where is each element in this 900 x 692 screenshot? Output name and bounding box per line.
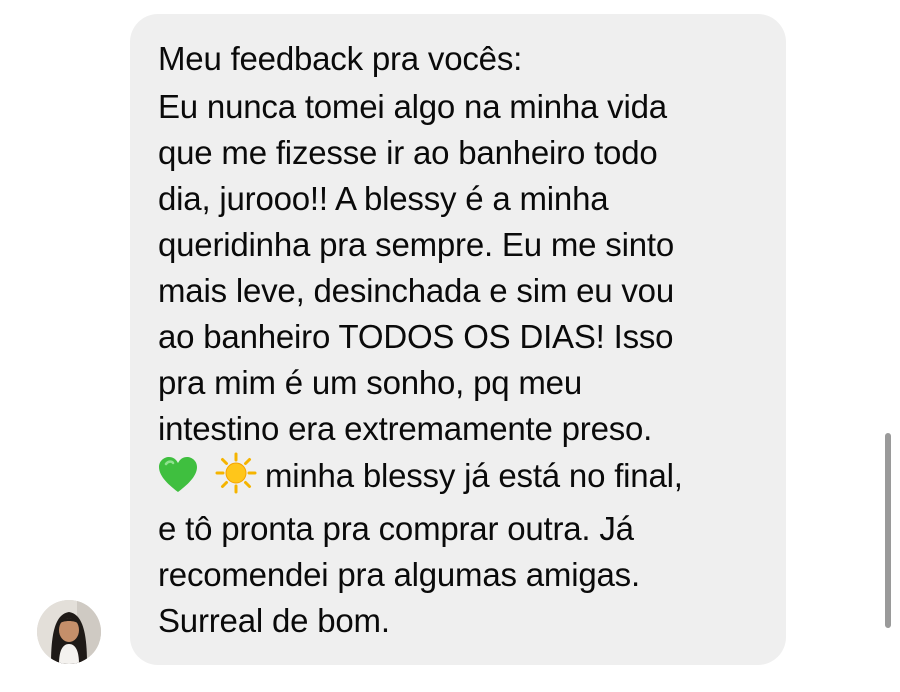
message-line-text: minha blessy já está no final, bbox=[264, 457, 683, 494]
scrollbar[interactable] bbox=[885, 433, 891, 628]
green-heart-icon bbox=[158, 456, 198, 506]
message-bubble[interactable]: Meu feedback pra vocês: Eu nunca tomei a… bbox=[130, 14, 786, 665]
message-line: intestino era extremamente preso. bbox=[158, 410, 653, 447]
sun-icon bbox=[215, 452, 257, 506]
message-line: Eu nunca tomei algo na minha vida bbox=[158, 88, 667, 125]
message-line: queridinha pra sempre. Eu me sinto bbox=[158, 226, 674, 263]
message-line: Meu feedback pra vocês: bbox=[158, 40, 523, 77]
message-line-with-emoji: minha blessy já está no final, bbox=[158, 452, 766, 506]
message-line: dia, jurooo!! A blessy é a minha bbox=[158, 180, 609, 217]
message-line: ao banheiro TODOS OS DIAS! Isso bbox=[158, 318, 674, 355]
message-line: mais leve, desinchada e sim eu vou bbox=[158, 272, 674, 309]
avatar[interactable] bbox=[37, 600, 101, 664]
message-line: Surreal de bom. bbox=[158, 602, 390, 639]
message-line: que me fizesse ir ao banheiro todo bbox=[158, 134, 658, 171]
message-line: e tô pronta pra comprar outra. Já bbox=[158, 510, 634, 547]
message-line: recomendei pra algumas amigas. bbox=[158, 556, 640, 593]
message-line: pra mim é um sonho, pq meu bbox=[158, 364, 582, 401]
